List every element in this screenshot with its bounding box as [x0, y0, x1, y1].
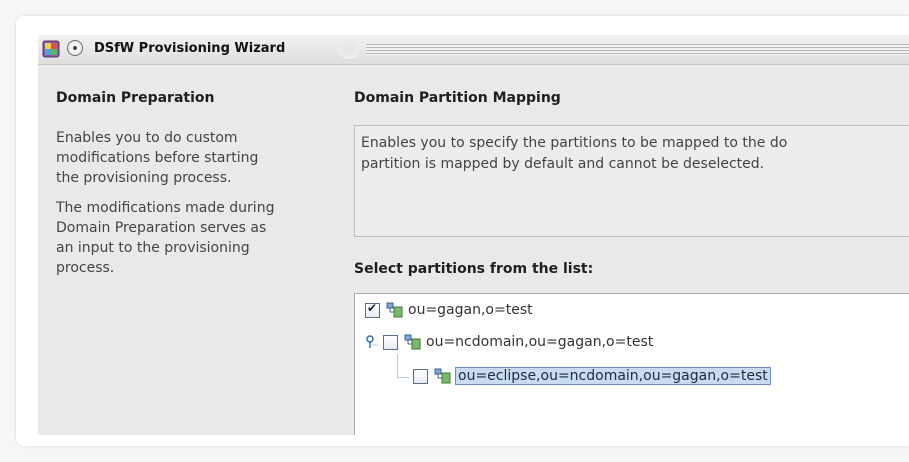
partition-checkbox[interactable] — [383, 334, 398, 350]
title-bar-drag-area[interactable] — [366, 44, 909, 55]
page-title: Domain Partition Mapping — [354, 90, 561, 106]
partition-label[interactable]: ou=gagan,o=test — [408, 302, 533, 318]
tree-connector-line — [397, 354, 398, 377]
step-title: Domain Preparation — [56, 90, 215, 106]
page-description-box: Enables you to specify the partitions to… — [354, 125, 909, 237]
wizard-app-icon[interactable] — [42, 40, 60, 58]
tree-row[interactable]: ou=ncdomain,ou=gagan,o=test — [365, 331, 653, 353]
tree-row[interactable]: ou=gagan,o=test — [365, 299, 533, 321]
step-description: Enables you to do custom modifications b… — [56, 128, 356, 278]
title-grip-icon — [338, 39, 360, 59]
partition-node-icon — [386, 302, 403, 318]
partition-node-icon — [404, 334, 421, 350]
radio-icon[interactable] — [67, 40, 83, 56]
select-partitions-label: Select partitions from the list: — [354, 261, 594, 277]
window-title: DSfW Provisioning Wizard — [94, 41, 286, 56]
title-bar: DSfW Provisioning Wizard — [38, 35, 909, 65]
step-description-paragraph-1: Enables you to do custom modifications b… — [56, 130, 259, 186]
step-description-paragraph-2: The modifications made during Domain Pre… — [56, 200, 275, 276]
tree-row[interactable]: ou=eclipse,ou=ncdomain,ou=gagan,o=test — [413, 365, 771, 387]
expand-toggle-icon[interactable] — [365, 333, 379, 351]
tree-connector-line — [397, 377, 409, 378]
partition-tree[interactable]: ou=gagan,o=test ou=ncdomain,ou=gagan,o=t… — [354, 293, 909, 435]
partition-label[interactable]: ou=ncdomain,ou=gagan,o=test — [426, 334, 653, 350]
partition-checkbox[interactable] — [365, 301, 380, 318]
wizard-window: DSfW Provisioning Wizard Domain Preparat… — [38, 35, 909, 435]
partition-label-selected[interactable]: ou=eclipse,ou=ncdomain,ou=gagan,o=test — [455, 367, 771, 385]
partition-checkbox[interactable] — [413, 368, 428, 384]
partition-node-icon — [434, 368, 451, 384]
step-info-pane: Domain Preparation Enables you to do cus… — [56, 90, 356, 288]
